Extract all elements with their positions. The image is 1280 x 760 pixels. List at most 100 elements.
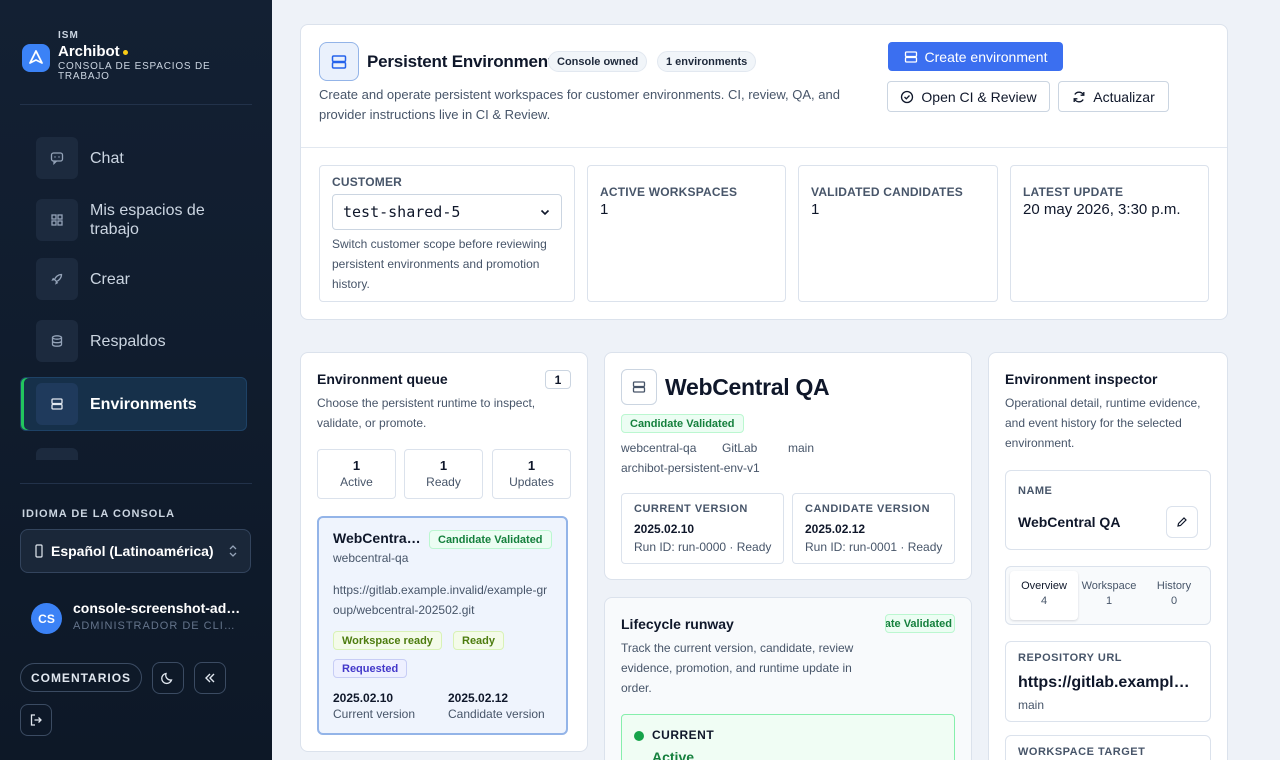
more-icon: [36, 448, 78, 460]
tab-label: History: [1156, 580, 1192, 592]
tab-count: 0: [1170, 595, 1178, 607]
environment-provider: GitLab: [722, 441, 758, 455]
validated-candidates-label: VALIDATED CANDIDATES: [811, 185, 963, 199]
count-badge: 1 environments: [657, 51, 757, 72]
queue-item-url: https://gitlab.example.invalid/example-g…: [333, 583, 548, 617]
queue-stat-label: Ready: [426, 475, 461, 489]
sidebar-item-workspaces[interactable]: Mis espacios de trabajo: [20, 193, 247, 247]
status-badge: Candidate Validated: [429, 530, 552, 549]
inspector-description: Operational detail, runtime evidence, an…: [1005, 396, 1201, 450]
brand-name-text: Archibot: [58, 43, 120, 60]
server-icon: [319, 42, 359, 81]
current-stage-state: Active: [652, 749, 695, 760]
queue-stat-value: 1: [352, 458, 361, 473]
sidebar-item-create[interactable]: Crear: [20, 252, 247, 306]
queue-count-badge: 1: [545, 370, 571, 389]
open-ci-review-button[interactable]: Open CI & Review: [887, 81, 1050, 112]
collapse-sidebar-button[interactable]: [194, 662, 226, 694]
tab-history[interactable]: History 0: [1140, 571, 1208, 620]
queue-stat-value: 1: [527, 458, 536, 473]
tab-count: 1: [1105, 595, 1113, 607]
sidebar-item-label: Chat: [90, 149, 124, 167]
refresh-label: Actualizar: [1093, 88, 1155, 105]
user-card[interactable]: CS console-screenshot-admin ADMINISTRADO…: [31, 598, 251, 638]
environment-inspector: Environment inspector Operational detail…: [988, 352, 1228, 760]
feedback-button[interactable]: COMENTARIOS: [20, 663, 142, 692]
sidebar-item-backups[interactable]: Respaldos: [20, 314, 247, 368]
brand: ISM Archibot CONSOLA DE ESPACIOS DE TRAB…: [20, 30, 260, 90]
tab-overview[interactable]: Overview 4: [1010, 571, 1078, 620]
language-select[interactable]: Español (Latinoamérica): [20, 529, 251, 573]
chevron-updown-icon: [229, 545, 237, 557]
name-label: NAME: [1018, 485, 1053, 497]
brand-subtitle: CONSOLA DE ESPACIOS DE TRABAJO: [58, 61, 211, 82]
theme-toggle-button[interactable]: [152, 662, 184, 694]
customer-select[interactable]: test-shared-5: [332, 194, 562, 230]
sidebar-nav: Chat Mis espacios de trabajo Crear Respa…: [20, 124, 252, 460]
tab-count: 4: [1040, 595, 1048, 607]
validated-candidates-value: 1: [811, 201, 820, 218]
workspace-target-box: WORKSPACE TARGET: [1005, 735, 1211, 760]
status-badge: Candidate Validated: [621, 414, 744, 433]
page-title: Persistent Environments: [367, 52, 563, 71]
tab-label: Overview: [1021, 580, 1067, 592]
queue-candidate-version-label: Candidate version: [448, 707, 545, 721]
logout-button[interactable]: [20, 704, 52, 736]
inspector-title: Environment inspector: [1005, 371, 1158, 387]
sidebar: ISM Archibot CONSOLA DE ESPACIOS DE TRAB…: [0, 0, 272, 760]
active-workspaces-value: 1: [600, 201, 609, 218]
candidate-version-run: Run ID: run-0001 · Ready: [805, 540, 943, 554]
queue-stat-label: Active: [340, 475, 373, 489]
queue-item-slug: webcentral-qa: [333, 551, 409, 565]
owner-badge: Console owned: [548, 51, 648, 72]
open-ci-review-label: Open CI & Review: [921, 88, 1037, 105]
environments-header: Persistent Environments Console owned 1 …: [300, 24, 1228, 320]
queue-stat-label: Updates: [509, 475, 554, 489]
inspector-tabs: Overview 4 Workspace 1 History 0: [1005, 566, 1211, 625]
chat-icon: [36, 137, 78, 179]
sidebar-item-label: Respaldos: [90, 332, 166, 350]
environment-title: WebCentral QA: [665, 374, 830, 400]
refresh-icon: [1073, 91, 1085, 102]
repository-url[interactable]: https://gitlab.example.invalid/example-g…: [1018, 674, 1198, 692]
database-icon: [36, 320, 78, 362]
current-stage-label: CURRENT: [652, 728, 715, 742]
candidate-version-value: 2025.02.12: [805, 522, 866, 536]
create-environment-button[interactable]: Create environment: [888, 42, 1063, 71]
chevrons-left-icon: [205, 673, 215, 683]
sidebar-item-environments[interactable]: Environments: [20, 377, 247, 431]
repository-label: REPOSITORY URL: [1018, 652, 1122, 664]
current-version-label: CURRENT VERSION: [634, 503, 748, 515]
queue-current-version: 2025.02.10: [333, 691, 394, 705]
validated-candidates-card: VALIDATED CANDIDATES 1: [798, 165, 998, 302]
latest-update-value: 20 may 2026, 3:30 p.m.: [1023, 201, 1181, 218]
brand-name: Archibot: [58, 43, 128, 60]
sidebar-item-label: Environments: [90, 395, 197, 413]
archibot-logo-icon: [22, 44, 50, 72]
avatar: CS: [31, 603, 62, 634]
language-value: Español (Latinoamérica): [51, 543, 214, 559]
divider: [20, 483, 252, 484]
name-box: NAME WebCentral QA: [1005, 470, 1211, 550]
environment-template: archibot-persistent-env-v1: [621, 461, 760, 475]
queue-stat-active: 1 Active: [317, 449, 396, 499]
refresh-button[interactable]: Actualizar: [1058, 81, 1169, 112]
sidebar-item-chat[interactable]: Chat: [20, 131, 247, 185]
lifecycle-description: Track the current version, candidate, re…: [621, 641, 854, 695]
workspace-ready-badge: Workspace ready: [333, 631, 442, 650]
grid-icon: [36, 199, 78, 241]
rocket-icon: [36, 258, 78, 300]
name-value: WebCentral QA: [1018, 514, 1121, 530]
customer-card: CUSTOMER test-shared-5 Switch customer s…: [319, 165, 575, 302]
latest-update-label: LATEST UPDATE: [1023, 185, 1124, 199]
active-workspaces-card: ACTIVE WORKSPACES 1: [587, 165, 786, 302]
current-stage: CURRENT Active: [621, 714, 955, 760]
edit-name-button[interactable]: [1166, 506, 1198, 538]
tab-workspace[interactable]: Workspace 1: [1075, 571, 1143, 620]
queue-item-webcentral-qa[interactable]: WebCentral QA webcentral-qa Candidate Va…: [317, 516, 568, 735]
sidebar-item-more[interactable]: [20, 442, 247, 460]
repository-branch: main: [1018, 698, 1045, 712]
queue-candidate-version: 2025.02.12: [448, 691, 509, 705]
repository-box: REPOSITORY URL https://gitlab.example.in…: [1005, 641, 1211, 722]
active-workspaces-label: ACTIVE WORKSPACES: [600, 185, 738, 199]
